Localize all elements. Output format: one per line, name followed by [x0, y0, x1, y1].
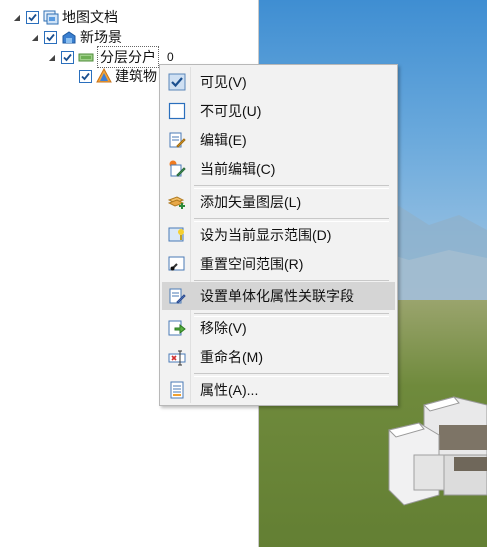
- menu-item-set-attribute-field[interactable]: 设置单体化属性关联字段: [162, 282, 395, 310]
- invisible-checkbox-icon: [166, 100, 188, 122]
- visible-checked-icon: [166, 71, 188, 93]
- expand-toggle-icon[interactable]: ◢: [30, 32, 40, 42]
- menu-item-label: 移除(V): [200, 320, 247, 336]
- menu-item-label: 重置空间范围(R): [200, 256, 304, 272]
- menu-item-label: 设置单体化属性关联字段: [200, 288, 354, 304]
- current-edit-icon: [166, 158, 188, 180]
- menu-item-reset-spatial-extent[interactable]: 重置空间范围(R): [162, 251, 395, 277]
- building-model[interactable]: [384, 395, 487, 547]
- menu-item-rename[interactable]: 重命名(M): [162, 344, 395, 370]
- tree-node-map-document[interactable]: ◢ 地图文档: [12, 7, 118, 27]
- rename-icon: [166, 346, 188, 368]
- map-document-icon: [43, 9, 59, 25]
- menu-item-label: 重命名(M): [200, 349, 263, 365]
- add-vector-layer-icon: [166, 191, 188, 213]
- menu-item-label: 当前编辑(C): [200, 161, 276, 177]
- menu-item-label: 可见(V): [200, 74, 247, 90]
- layer-visibility-checkbox[interactable]: [44, 30, 57, 44]
- remove-icon: [166, 317, 188, 339]
- edit-icon: [166, 129, 188, 151]
- tree-node-layer-group[interactable]: ◢ 分层分户 0: [47, 46, 174, 68]
- menu-item-invisible[interactable]: 不可见(U): [162, 98, 395, 124]
- tree-node-label: 建筑物: [115, 68, 157, 84]
- tree-node-label: 新场景: [80, 29, 122, 45]
- tree-node-building[interactable]: 建筑物: [79, 66, 157, 86]
- layer-context-menu: 可见(V) 不可见(U) 编辑(E) 当前编辑(C) 添加矢量图层(L) 设为当…: [159, 64, 398, 406]
- menu-item-label: 添加矢量图层(L): [200, 194, 302, 210]
- menu-item-visible[interactable]: 可见(V): [162, 69, 395, 95]
- building-icon: [96, 68, 112, 84]
- tree-node-scene[interactable]: ◢ 新场景: [30, 27, 122, 47]
- menu-item-label: 编辑(E): [200, 132, 247, 148]
- layer-visibility-checkbox[interactable]: [79, 69, 92, 83]
- menu-item-add-vector-layer[interactable]: 添加矢量图层(L): [162, 189, 395, 215]
- menu-item-set-display-extent[interactable]: 设为当前显示范围(D): [162, 222, 395, 248]
- menu-item-edit[interactable]: 编辑(E): [162, 127, 395, 153]
- menu-item-properties[interactable]: 属性(A)...: [162, 377, 395, 403]
- layer-visibility-checkbox[interactable]: [61, 50, 74, 64]
- set-display-extent-icon: [166, 224, 188, 246]
- expand-toggle-icon[interactable]: ◢: [47, 52, 57, 62]
- scene-icon: [61, 29, 77, 45]
- reset-spatial-extent-icon: [166, 253, 188, 275]
- layer-group-icon: [78, 49, 94, 65]
- tree-node-label: 地图文档: [62, 9, 118, 25]
- expand-toggle-icon[interactable]: ◢: [12, 12, 22, 22]
- menu-item-label: 设为当前显示范围(D): [200, 227, 332, 243]
- layer-visibility-checkbox[interactable]: [26, 10, 39, 24]
- set-attribute-field-icon: [166, 285, 188, 307]
- properties-icon: [166, 379, 188, 401]
- menu-item-remove[interactable]: 移除(V): [162, 315, 395, 341]
- menu-item-label: 不可见(U): [200, 103, 262, 119]
- tree-node-label: 分层分户: [97, 46, 159, 68]
- layer-count-badge: 0: [167, 50, 174, 64]
- menu-item-label: 属性(A)...: [200, 382, 259, 398]
- menu-item-current-edit[interactable]: 当前编辑(C): [162, 156, 395, 182]
